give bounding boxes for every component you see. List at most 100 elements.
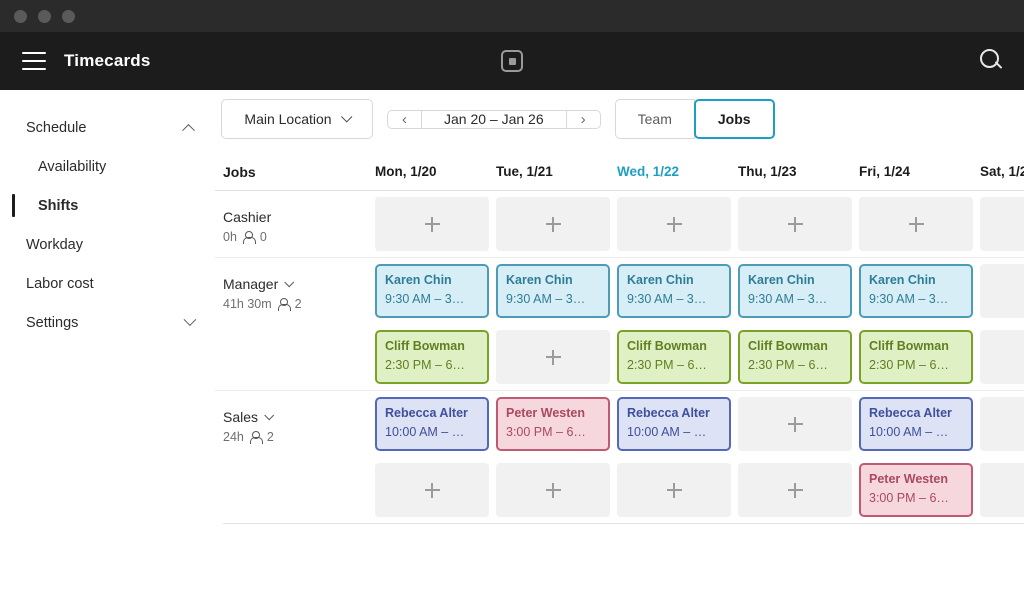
sidebar-item-labor-cost[interactable]: Labor cost	[0, 264, 215, 303]
add-shift-button[interactable]	[496, 197, 610, 251]
add-shift-button[interactable]	[496, 463, 610, 517]
shift-card[interactable]: Peter Westen 3:00 PM – 6…	[496, 397, 610, 451]
add-shift-button[interactable]	[980, 264, 1024, 318]
chevron-down-icon[interactable]	[284, 276, 295, 287]
shift-time-range: 10:00 AM – …	[627, 425, 707, 439]
schedule-cell: Karen Chin 9:30 AM – 3…	[859, 258, 980, 324]
shift-time-range: 2:30 PM – 6…	[748, 358, 828, 372]
add-shift-button[interactable]	[980, 197, 1024, 251]
add-shift-button[interactable]	[859, 197, 973, 251]
schedule-cell	[980, 258, 1024, 324]
add-shift-button[interactable]	[738, 197, 852, 251]
shift-employee-name: Karen Chin	[869, 273, 936, 287]
shift-employee-name: Rebecca Alter	[869, 406, 952, 420]
schedule-cell	[738, 457, 859, 523]
shift-employee-name: Karen Chin	[385, 273, 452, 287]
window-minimize-dot[interactable]	[38, 9, 51, 23]
sidebar-item-workday[interactable]: Workday	[0, 225, 215, 264]
add-shift-button[interactable]	[980, 463, 1024, 517]
shift-card[interactable]: Karen Chin 9:30 AM – 3…	[738, 264, 852, 318]
schedule-cell: Cliff Bowman 2:30 PM – 6…	[617, 324, 738, 390]
shift-card[interactable]: Cliff Bowman 2:30 PM – 6…	[375, 330, 489, 384]
shift-time-range: 2:30 PM – 6…	[869, 358, 949, 372]
schedule-cell	[617, 191, 738, 257]
add-shift-button[interactable]	[375, 463, 489, 517]
sidebar-item-availability[interactable]: Availability	[0, 147, 215, 186]
shift-card[interactable]: Rebecca Alter 10:00 AM – …	[617, 397, 731, 451]
chevron-down-icon[interactable]	[264, 409, 275, 420]
schedule-cell: Rebecca Alter 10:00 AM – …	[859, 391, 980, 457]
sidebar-item-settings[interactable]: Settings	[0, 303, 215, 342]
search-icon[interactable]	[978, 48, 1004, 74]
shift-card[interactable]: Karen Chin 9:30 AM – 3…	[617, 264, 731, 318]
view-toggle: Team Jobs	[614, 99, 775, 139]
plus-icon	[545, 216, 561, 232]
add-shift-button[interactable]	[738, 463, 852, 517]
prev-week-button[interactable]: ‹	[387, 109, 421, 129]
schedule-cell: Cliff Bowman 2:30 PM – 6…	[738, 324, 859, 390]
plus-icon	[666, 482, 682, 498]
add-shift-button[interactable]	[375, 197, 489, 251]
shift-time-range: 3:00 PM – 6…	[869, 491, 949, 505]
shift-card[interactable]: Rebecca Alter 10:00 AM – …	[859, 397, 973, 451]
add-shift-button[interactable]	[617, 463, 731, 517]
shift-card[interactable]: Cliff Bowman 2:30 PM – 6…	[859, 330, 973, 384]
schedule-cell	[617, 457, 738, 523]
shift-card[interactable]: Cliff Bowman 2:30 PM – 6…	[738, 330, 852, 384]
schedule-cell: Peter Westen 3:00 PM – 6…	[496, 391, 617, 457]
shift-row	[375, 191, 1024, 257]
shift-card[interactable]: Rebecca Alter 10:00 AM – …	[375, 397, 489, 451]
shift-card[interactable]: Peter Westen 3:00 PM – 6…	[859, 463, 973, 517]
window-close-dot[interactable]	[14, 9, 27, 23]
job-name[interactable]: Cashier	[223, 209, 375, 225]
window-titlebar	[0, 0, 1024, 32]
sidebar-item-schedule[interactable]: Schedule	[0, 108, 215, 147]
shift-time-range: 3:00 PM – 6…	[506, 425, 586, 439]
sidebar-item-label: Labor cost	[26, 275, 94, 292]
add-shift-button[interactable]	[617, 197, 731, 251]
schedule-cell	[859, 191, 980, 257]
shift-card[interactable]: Karen Chin 9:30 AM – 3…	[859, 264, 973, 318]
schedule-cell: Rebecca Alter 10:00 AM – …	[375, 391, 496, 457]
schedule-cell	[738, 391, 859, 457]
column-header-day: Wed, 1/22	[617, 164, 680, 179]
plus-icon	[787, 416, 803, 432]
sidebar-item-label: Shifts	[38, 197, 79, 214]
shift-employee-name: Cliff Bowman	[869, 339, 949, 353]
plus-icon	[545, 349, 561, 365]
add-shift-button[interactable]	[496, 330, 610, 384]
job-name[interactable]: Sales	[223, 409, 375, 425]
job-lane-info: Sales 24h 2	[223, 391, 375, 523]
hamburger-icon[interactable]	[22, 52, 46, 70]
tab-team[interactable]: Team	[614, 99, 695, 139]
job-name-label: Cashier	[223, 209, 272, 225]
column-header-day: Sat, 1/2	[980, 164, 1024, 179]
sidebar-item-shifts[interactable]: Shifts	[0, 186, 215, 225]
location-selector[interactable]: Main Location	[221, 99, 373, 139]
app-header: Timecards	[0, 32, 1024, 90]
add-shift-button[interactable]	[980, 397, 1024, 451]
schedule-cell: Karen Chin 9:30 AM – 3…	[738, 258, 859, 324]
schedule-cell	[980, 391, 1024, 457]
schedule-cell	[980, 324, 1024, 390]
shift-employee-name: Cliff Bowman	[748, 339, 828, 353]
sidebar-item-label: Settings	[26, 314, 79, 331]
job-lane: Manager 41h 30m 2 Karen Chin 9:30 AM – 3… Kar…	[215, 258, 1024, 391]
sidebar-item-label: Workday	[26, 236, 83, 253]
add-shift-button[interactable]	[738, 397, 852, 451]
shift-card[interactable]: Cliff Bowman 2:30 PM – 6…	[617, 330, 731, 384]
shift-employee-name: Rebecca Alter	[627, 406, 710, 420]
shift-employee-name: Cliff Bowman	[627, 339, 707, 353]
window-maximize-dot[interactable]	[62, 9, 75, 23]
shift-employee-name: Peter Westen	[869, 472, 948, 486]
toolbar: Main Location ‹ Jan 20 – Jan 26 › Team J…	[215, 90, 1024, 139]
next-week-button[interactable]: ›	[566, 109, 601, 129]
shift-card[interactable]: Karen Chin 9:30 AM – 3…	[375, 264, 489, 318]
date-range-nav: ‹ Jan 20 – Jan 26 ›	[387, 109, 601, 129]
job-name[interactable]: Manager	[223, 276, 375, 292]
add-shift-button[interactable]	[980, 330, 1024, 384]
shift-card[interactable]: Karen Chin 9:30 AM – 3…	[496, 264, 610, 318]
shift-employee-name: Karen Chin	[748, 273, 815, 287]
schedule-cell: Karen Chin 9:30 AM – 3…	[375, 258, 496, 324]
tab-jobs[interactable]: Jobs	[693, 99, 775, 139]
